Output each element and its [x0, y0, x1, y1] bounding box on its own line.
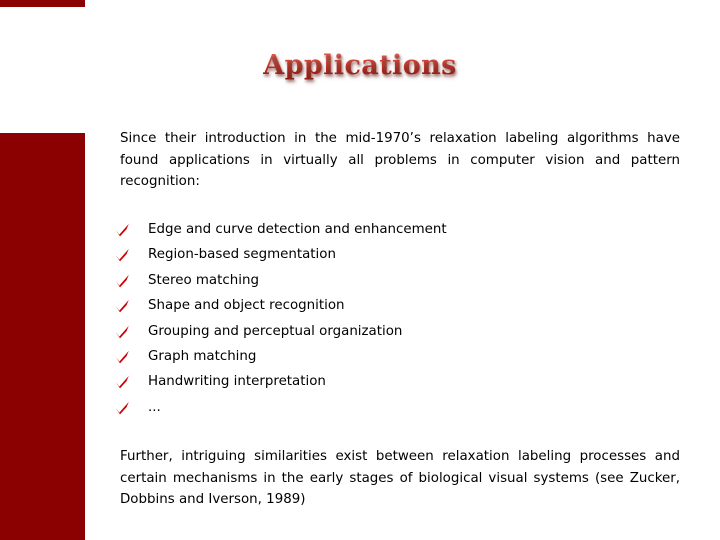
red-check-icon: [114, 319, 134, 339]
presentation-slide: Applications Since their introduction in…: [0, 0, 720, 540]
page-title: Applications: [0, 50, 720, 81]
list-item-label: Graph matching: [148, 348, 257, 364]
list-item: Graph matching: [112, 344, 682, 369]
list-item: Grouping and perceptual organization: [112, 319, 682, 344]
red-check-icon: [114, 395, 134, 415]
red-check-icon: [114, 268, 134, 288]
list-item: Stereo matching: [112, 268, 682, 293]
list-item-label: Handwriting interpretation: [148, 374, 326, 390]
list-item-label: Shape and object recognition: [148, 298, 345, 314]
list-item: ...: [112, 395, 682, 420]
list-item: Edge and curve detection and enhancement: [112, 217, 682, 242]
applications-list: Edge and curve detection and enhancement…: [112, 217, 682, 420]
outro-paragraph-text: Further, intriguing similarities exist b…: [120, 449, 680, 507]
red-check-icon: [114, 344, 134, 364]
red-check-icon: [114, 242, 134, 262]
red-check-icon: [114, 369, 134, 389]
list-item-label: Region-based segmentation: [148, 247, 336, 263]
list-item-label: Edge and curve detection and enhancement: [148, 222, 447, 237]
list-item: Handwriting interpretation: [112, 369, 682, 394]
intro-paragraph-block: Since their introduction in the mid-1970…: [120, 128, 680, 193]
list-item: Shape and object recognition: [112, 293, 682, 318]
list-item: Region-based segmentation: [112, 242, 682, 267]
list-item-label: Stereo matching: [148, 272, 259, 288]
outro-paragraph-block: Further, intriguing similarities exist b…: [120, 446, 680, 511]
list-item-label: Grouping and perceptual organization: [148, 323, 403, 339]
list-item-label: ...: [148, 399, 161, 415]
top-accent-bar: [0, 0, 85, 7]
intro-paragraph-text: Since their introduction in the mid-1970…: [120, 131, 680, 189]
left-accent-bar: [0, 133, 85, 540]
red-check-icon: [114, 217, 134, 237]
red-check-icon: [114, 293, 134, 313]
